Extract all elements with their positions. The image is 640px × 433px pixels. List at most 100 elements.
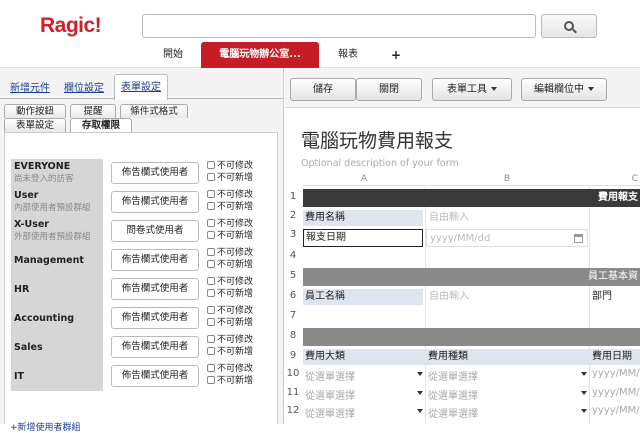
chevron-down-icon[interactable]: [581, 391, 587, 395]
top-nav: 開始 電腦玩物辦公室... 報表 +: [0, 42, 640, 68]
no-modify-label: 不可修改: [217, 306, 254, 316]
header-fee-date[interactable]: 費用日期: [590, 349, 640, 365]
type-select[interactable]: 從選單選擇: [426, 368, 588, 383]
top-header: Ragic! 開始 電腦玩物辦公室... 報表 +: [0, 0, 640, 68]
chevron-down-icon[interactable]: [581, 372, 587, 376]
chevron-down-icon[interactable]: [417, 372, 423, 376]
no-modify-checkbox[interactable]: 不可修改: [207, 219, 253, 229]
no-add-checkbox[interactable]: 不可新增: [207, 318, 253, 328]
access-row: X-User 外部使用者預設群組 問卷式使用者 不可修改不可新增: [11, 217, 273, 246]
access-level-select[interactable]: 佈告欄式使用者: [111, 365, 199, 387]
access-level-select[interactable]: 佈告欄式使用者: [111, 191, 199, 213]
header-fee-type[interactable]: 費用種類: [426, 349, 589, 365]
fee-name-field[interactable]: 自由輸入: [426, 210, 588, 226]
form-description[interactable]: Optional description of your form: [301, 158, 459, 169]
nav-office-tab[interactable]: 電腦玩物辦公室...: [201, 42, 319, 68]
no-add-checkbox[interactable]: 不可新增: [207, 173, 253, 183]
checkbox-icon: [207, 376, 215, 384]
checkbox-icon: [207, 190, 215, 198]
no-add-checkbox[interactable]: 不可新增: [207, 202, 253, 212]
row-number: 6: [289, 290, 297, 301]
tab-field-settings[interactable]: 欄位設定: [64, 78, 104, 99]
chevron-down-icon[interactable]: [417, 409, 423, 413]
form-sheet: A B C 1 2 3 4 5 6 7 8 9 10 11 12 費用報支 費用…: [285, 172, 640, 424]
no-add-label: 不可新增: [217, 231, 254, 241]
subtab-access-rights[interactable]: 存取權限: [70, 118, 132, 132]
close-button[interactable]: 關閉: [356, 78, 422, 101]
access-level-select[interactable]: 佈告欄式使用者: [111, 278, 199, 300]
form-title[interactable]: 電腦玩物費用報支: [301, 126, 453, 153]
label-fee-name[interactable]: 費用名稱: [303, 210, 423, 226]
subtab-action-buttons[interactable]: 動作按鈕: [4, 104, 66, 118]
no-modify-checkbox[interactable]: 不可修改: [207, 248, 253, 258]
no-add-checkbox[interactable]: 不可新增: [207, 260, 253, 270]
access-level-select[interactable]: 佈告欄式使用者: [111, 249, 199, 271]
search-button[interactable]: [541, 14, 597, 38]
subtab-reminders[interactable]: 提醒: [70, 104, 116, 118]
label-department[interactable]: 部門: [590, 289, 640, 305]
date-field[interactable]: yyyy/MM/: [590, 405, 640, 416]
no-add-label: 不可新增: [217, 173, 254, 183]
no-add-checkbox[interactable]: 不可新增: [207, 376, 253, 386]
category-select[interactable]: 從選單選擇: [303, 368, 423, 383]
no-add-checkbox[interactable]: 不可新增: [207, 347, 253, 357]
access-level-select[interactable]: 問卷式使用者: [111, 220, 199, 242]
subtab-conditional-format[interactable]: 條件式格式: [120, 104, 188, 118]
group-name-cell: User 內部使用者預設群組: [11, 188, 103, 217]
label-employee-name[interactable]: 員工名稱: [303, 289, 423, 305]
access-level-select[interactable]: 佈告欄式使用者: [111, 162, 199, 184]
no-modify-checkbox[interactable]: 不可修改: [207, 306, 253, 316]
no-modify-label: 不可修改: [217, 219, 254, 229]
column-header-b[interactable]: B: [425, 172, 589, 186]
group-name: Sales: [14, 342, 43, 353]
row-number: 2: [289, 210, 297, 221]
no-modify-checkbox[interactable]: 不可修改: [207, 161, 253, 171]
calendar-icon[interactable]: [574, 234, 583, 243]
no-modify-checkbox[interactable]: 不可修改: [207, 277, 253, 287]
chevron-down-icon[interactable]: [417, 391, 423, 395]
employee-name-field[interactable]: 自由輸入: [426, 289, 588, 305]
no-modify-checkbox[interactable]: 不可修改: [207, 335, 253, 345]
type-select[interactable]: 從選單選擇: [426, 405, 588, 420]
section-header-details[interactable]: [303, 328, 640, 346]
access-level-select[interactable]: 佈告欄式使用者: [111, 307, 199, 329]
section-header-expense[interactable]: 費用報支: [303, 189, 640, 207]
group-name: X-User: [14, 219, 49, 230]
nav-add-tab[interactable]: +: [386, 42, 406, 68]
no-add-label: 不可新增: [217, 347, 254, 357]
tab-new-component[interactable]: 新增元件: [10, 78, 50, 99]
category-select[interactable]: 從選單選擇: [303, 405, 423, 420]
edit-fields-button[interactable]: 編輯欄位中: [521, 78, 607, 101]
chevron-down-icon[interactable]: [581, 409, 587, 413]
save-button[interactable]: 儲存: [290, 78, 356, 101]
group-name-cell: Sales: [11, 333, 103, 362]
category-select[interactable]: 從選單選擇: [303, 387, 423, 402]
row-number: 1: [289, 191, 297, 202]
date-field[interactable]: yyyy/MM/: [590, 387, 640, 398]
column-header-c[interactable]: C: [589, 172, 640, 186]
access-level-select[interactable]: 佈告欄式使用者: [111, 336, 199, 358]
nav-home[interactable]: 開始: [148, 42, 198, 68]
nav-reports[interactable]: 報表: [326, 42, 370, 68]
search-input[interactable]: [142, 14, 536, 38]
tab-form-settings[interactable]: 表單設定: [114, 74, 168, 100]
subtab-form-settings[interactable]: 表單設定: [4, 118, 66, 132]
report-date-field[interactable]: yyyy/MM/dd: [426, 229, 588, 247]
no-modify-checkbox[interactable]: 不可修改: [207, 190, 253, 200]
no-modify-checkbox[interactable]: 不可修改: [207, 364, 253, 374]
no-add-checkbox[interactable]: 不可新增: [207, 231, 253, 241]
date-field[interactable]: yyyy/MM/: [590, 368, 640, 379]
section-header-employee[interactable]: 員工基本資: [303, 268, 640, 286]
column-header-a[interactable]: A: [303, 172, 425, 186]
ragic-logo[interactable]: Ragic!: [40, 14, 102, 38]
label-report-date[interactable]: 報支日期: [303, 229, 423, 247]
form-tools-button[interactable]: 表單工具: [432, 78, 512, 101]
add-group-link[interactable]: +新增使用者群組: [10, 420, 81, 433]
no-add-checkbox[interactable]: 不可新增: [207, 289, 253, 299]
row-number: 9: [289, 350, 297, 361]
group-name-cell: IT: [11, 362, 103, 391]
no-add-label: 不可新增: [217, 318, 254, 328]
type-select[interactable]: 從選單選擇: [426, 387, 588, 402]
header-fee-category[interactable]: 費用大類: [303, 349, 425, 365]
group-name-cell: X-User 外部使用者預設群組: [11, 217, 103, 246]
